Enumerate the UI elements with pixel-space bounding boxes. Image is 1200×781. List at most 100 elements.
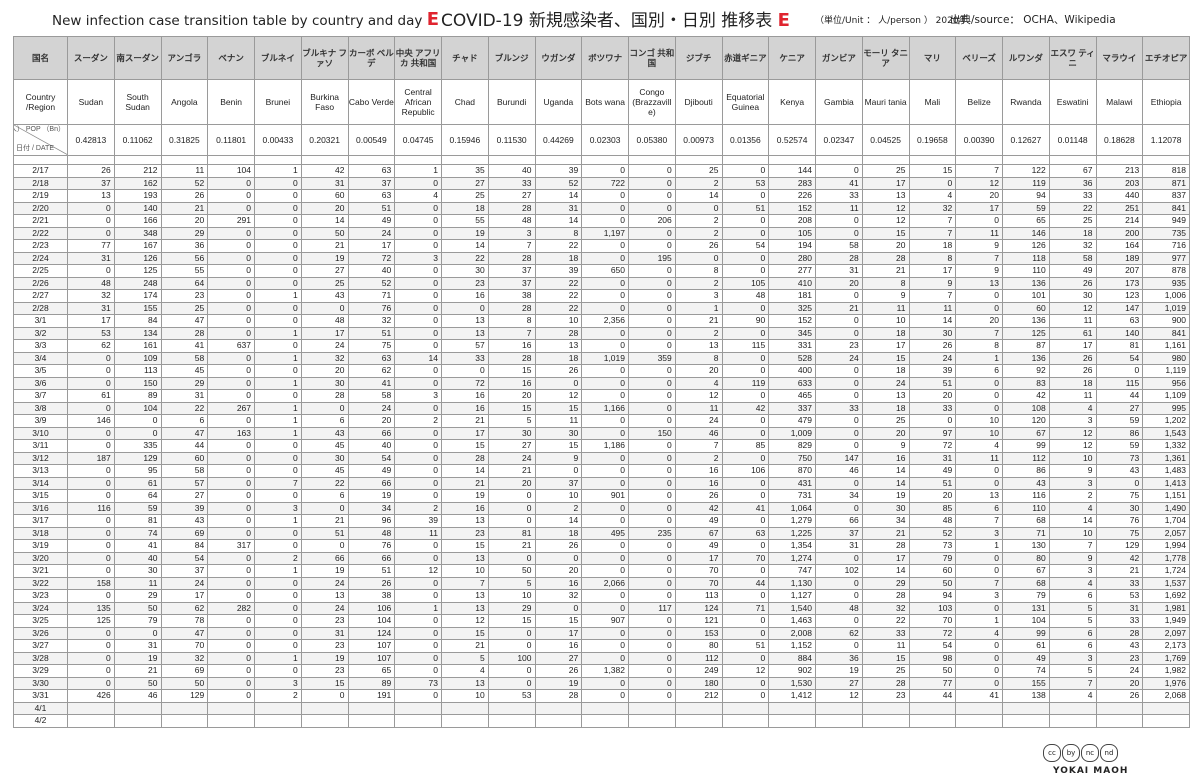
date-cell: 3/24 — [13, 601, 68, 615]
case-count-cell: 155 — [1002, 676, 1050, 690]
case-count-cell: 53 — [721, 176, 770, 190]
case-count-cell: 19 — [815, 664, 863, 678]
case-count-cell: 1,490 — [1142, 501, 1190, 515]
case-count-cell: 0 — [113, 414, 162, 428]
case-count-cell: 30 — [113, 564, 162, 578]
case-count-cell: 59 — [113, 501, 162, 515]
case-count-cell: 48 — [908, 514, 957, 528]
case-count-cell: 1,949 — [1142, 614, 1190, 628]
case-count-cell: 0 — [207, 351, 255, 365]
case-count-cell: 14 — [441, 464, 489, 478]
case-count-cell: 735 — [1142, 226, 1190, 240]
case-count-cell: 0 — [581, 239, 629, 253]
case-count-cell: 0 — [207, 639, 255, 653]
case-count-cell: 53 — [67, 326, 115, 340]
case-count-cell: 722 — [581, 176, 629, 190]
case-count-cell: 167 — [113, 239, 162, 253]
date-cell: 3/9 — [13, 414, 68, 428]
case-count-cell: 1,274 — [768, 551, 816, 565]
case-count-cell: 19 — [300, 651, 349, 665]
case-count-cell: 10 — [955, 414, 1003, 428]
case-count-cell: 0 — [67, 201, 115, 215]
case-count-cell — [394, 714, 442, 728]
case-count-cell: 206 — [628, 214, 676, 228]
case-count-cell: 33 — [1095, 576, 1144, 590]
case-count-cell: 841 — [1142, 201, 1190, 215]
case-count-cell: 12 — [1048, 301, 1097, 315]
case-count-cell: 0 — [394, 651, 442, 665]
country-jp-name: モーリ タニア — [861, 36, 910, 80]
case-count-cell: 32 — [908, 201, 957, 215]
case-count-cell: 5 — [487, 414, 536, 428]
case-count-cell: 113 — [674, 589, 723, 603]
date-cell: 3/20 — [13, 551, 68, 565]
country-jp-name: ブルキナ ファソ — [300, 36, 349, 80]
date-cell: 3/11 — [13, 439, 68, 453]
case-count-cell: 0 — [581, 564, 629, 578]
gap-cell — [487, 155, 536, 165]
case-count-cell: 121 — [674, 614, 723, 628]
case-count-cell: 15 — [534, 439, 583, 453]
case-count-cell: 51 — [347, 201, 396, 215]
case-count-cell: 28 — [487, 301, 536, 315]
case-count-cell: 0 — [487, 551, 536, 565]
case-count-cell: 0 — [815, 476, 863, 490]
case-count-cell: 4 — [908, 189, 957, 203]
case-count-cell: 16 — [441, 401, 489, 415]
case-count-cell — [534, 701, 583, 715]
case-count-cell: 0 — [581, 651, 629, 665]
case-count-cell: 16 — [534, 639, 583, 653]
case-count-cell: 0 — [254, 614, 302, 628]
case-count-cell: 10 — [487, 589, 536, 603]
case-count-cell: 17 — [955, 201, 1003, 215]
case-count-cell: 42 — [674, 501, 723, 515]
country-jp-name: アンゴラ — [160, 36, 209, 80]
case-count-cell: 173 — [1095, 276, 1144, 290]
case-count-cell: 71 — [1002, 526, 1050, 540]
case-count-cell: 146 — [1002, 226, 1050, 240]
case-count-cell: 134 — [113, 326, 162, 340]
case-count-cell: 61 — [1048, 326, 1097, 340]
case-count-cell: 0 — [534, 464, 583, 478]
case-count-cell: 0 — [1095, 476, 1144, 490]
case-count-cell: 118 — [1002, 251, 1050, 265]
table-row: 3/13 0 95 58 0 0 45 49 0 14 21 0 0 0 16 106 870 46 14 49 0 86… — [13, 464, 1190, 478]
case-count-cell: 15 — [441, 439, 489, 453]
case-count-cell: 52 — [347, 276, 396, 290]
case-count-cell: 29 — [113, 589, 162, 603]
case-count-cell: 44 — [160, 439, 209, 453]
case-count-cell — [67, 701, 115, 715]
case-count-cell — [441, 701, 489, 715]
case-count-cell: 0 — [721, 476, 770, 490]
case-count-cell: 7 — [674, 439, 723, 453]
case-count-cell: 0 — [67, 264, 115, 278]
table-row: 4/1 — [13, 701, 1190, 715]
case-count-cell: 0 — [721, 539, 770, 553]
case-count-cell — [1002, 701, 1050, 715]
case-count-cell: 105 — [768, 226, 816, 240]
case-count-cell: 0 — [628, 689, 676, 703]
case-count-cell: 69 — [160, 526, 209, 540]
case-count-cell: 14 — [908, 314, 957, 328]
case-count-cell: 0 — [628, 576, 676, 590]
case-count-cell: 12 — [861, 214, 910, 228]
case-count-cell: 52 — [160, 176, 209, 190]
country-en-name: Benin — [207, 79, 255, 125]
case-count-cell: 107 — [347, 639, 396, 653]
case-count-cell: 27 — [534, 651, 583, 665]
case-count-cell: 27 — [487, 439, 536, 453]
case-count-cell: 129 — [113, 451, 162, 465]
case-count-cell: 0 — [67, 226, 115, 240]
case-count-cell: 181 — [768, 289, 816, 303]
case-count-cell: 17 — [861, 551, 910, 565]
case-count-cell: 45 — [160, 364, 209, 378]
table-row: 2/17 26 212 11 104 1 42 63 1 35 40 39 0 0 25 0 144 0 25 15 7… — [13, 164, 1190, 178]
case-count-cell: 0 — [207, 176, 255, 190]
case-count-cell: 0 — [254, 214, 302, 228]
table-row: 3/18 0 74 69 0 0 51 48 11 23 81 18 495 235 67 63 1,225 37… — [13, 526, 1190, 540]
case-count-cell: 46 — [674, 426, 723, 440]
case-count-cell: 85 — [721, 439, 770, 453]
case-count-cell: 60 — [160, 451, 209, 465]
case-count-cell: 28 — [861, 539, 910, 553]
case-count-cell: 74 — [1002, 664, 1050, 678]
